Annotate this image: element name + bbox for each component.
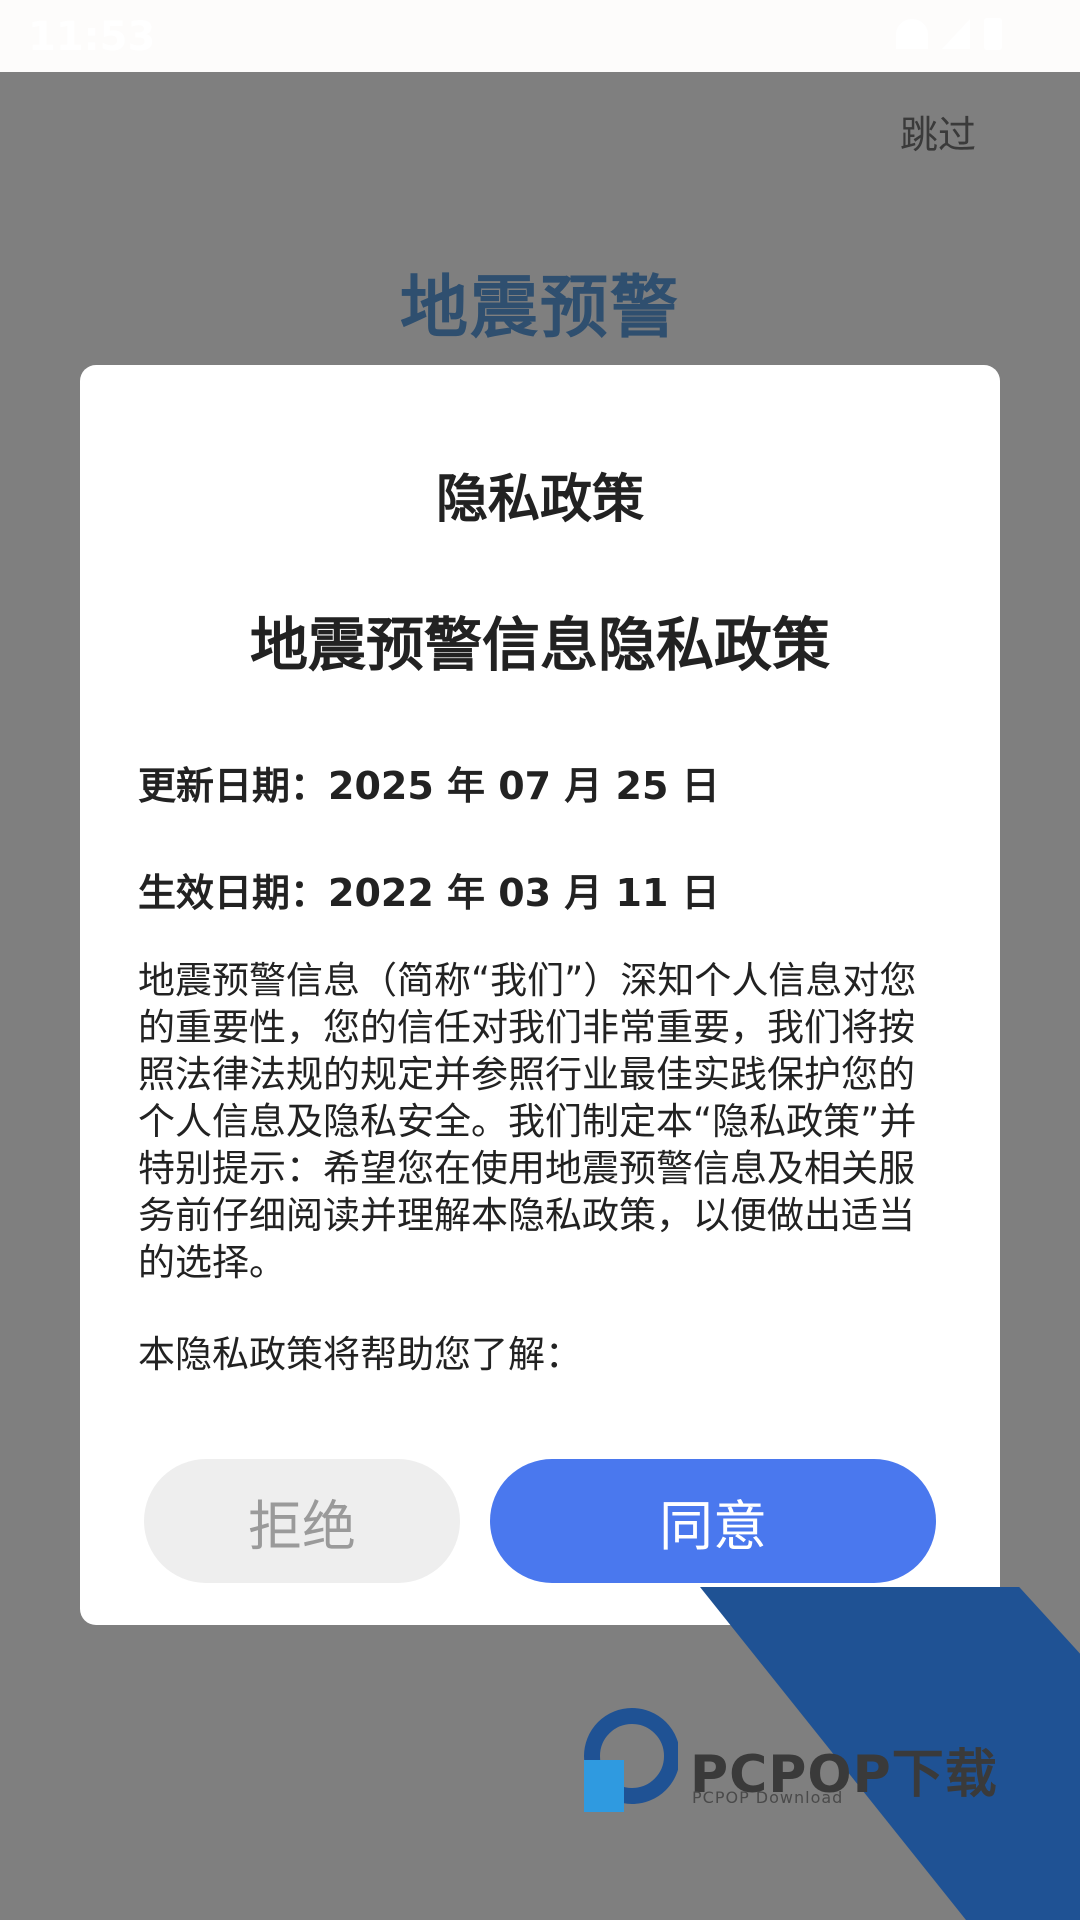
status-bar: 11:53 bbox=[0, 0, 1080, 72]
privacy-dialog: 隐私政策 地震预警信息隐私政策 更新日期：2025 年 07 月 25 日 生效… bbox=[80, 365, 1000, 1625]
dialog-title: 隐私政策 bbox=[435, 470, 644, 530]
policy-document-title: 地震预警信息隐私政策 bbox=[249, 611, 830, 679]
update-date: 更新日期：2025 年 07 月 25 日 bbox=[138, 764, 720, 808]
skip-button[interactable]: 跳过 bbox=[900, 104, 976, 159]
pcpop-logo-icon bbox=[584, 1708, 678, 1812]
effective-date: 生效日期：2022 年 03 月 11 日 bbox=[138, 871, 720, 915]
signal-icon bbox=[942, 19, 970, 49]
reject-button[interactable]: 拒绝 bbox=[144, 1459, 460, 1583]
status-icons bbox=[896, 18, 1002, 50]
app-title: 地震预警 bbox=[399, 269, 680, 348]
agree-button[interactable]: 同意 bbox=[490, 1459, 936, 1583]
watermark-subtext: PCPOP Download bbox=[692, 1788, 844, 1807]
battery-icon bbox=[984, 18, 1002, 50]
wifi-icon bbox=[896, 19, 928, 49]
policy-body-text: 地震预警信息（简称“我们”）深知个人信息对您的重要性，您的信任对我们非常重要，我… bbox=[138, 959, 917, 1284]
status-time: 11:53 bbox=[28, 14, 156, 60]
policy-help-intro: 本隐私政策将帮助您了解： bbox=[138, 1333, 582, 1376]
